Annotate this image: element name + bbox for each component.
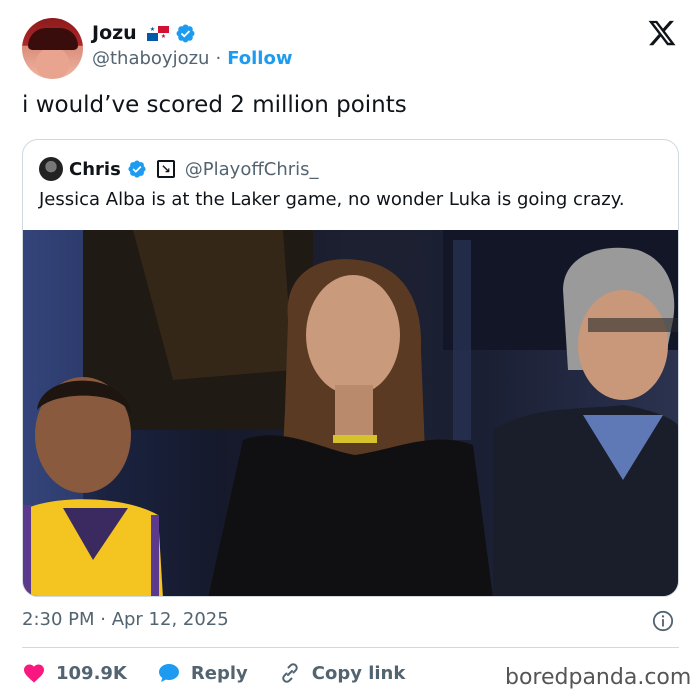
- reply-button[interactable]: Reply: [157, 661, 248, 685]
- divider: [22, 647, 679, 648]
- heart-icon: [24, 664, 44, 683]
- x-logo-icon[interactable]: [646, 18, 678, 48]
- avatar-cap-shape: [28, 28, 78, 50]
- tweet-timestamp[interactable]: 2:30 PM · Apr 12, 2025: [22, 609, 229, 630]
- author-handle[interactable]: @thaboyjozu: [92, 48, 209, 69]
- reply-bubble-icon: [158, 664, 179, 682]
- author-name-row: Jozu ★ ★: [92, 20, 196, 46]
- quoted-author-handle[interactable]: @PlayoffChris_: [185, 159, 319, 180]
- author-name[interactable]: Jozu: [92, 22, 137, 44]
- like-count: 109.9K: [56, 662, 127, 684]
- copy-link-label: Copy link: [311, 662, 406, 684]
- verified-badge-icon: [128, 160, 146, 178]
- follow-button[interactable]: Follow: [227, 48, 292, 69]
- verified-badge-icon: [176, 24, 195, 42]
- author-handle-row: @thaboyjozu · Follow: [92, 48, 292, 69]
- photo-courtside-crowd: [23, 230, 678, 596]
- info-icon[interactable]: [652, 610, 674, 632]
- watermark: boredpanda.com: [505, 665, 692, 690]
- action-bar: 109.9K Reply Copy link: [22, 658, 405, 688]
- copy-link-button[interactable]: Copy link: [278, 661, 406, 685]
- author-avatar[interactable]: [22, 18, 83, 79]
- tweet-text: i would’ve scored 2 million points: [22, 92, 407, 118]
- quoted-author-avatar[interactable]: [39, 157, 63, 181]
- quoted-tweet-header: Chris ↘ @PlayoffChris_: [39, 156, 319, 182]
- reply-label: Reply: [190, 662, 248, 684]
- quoted-tweet-photo[interactable]: [23, 230, 678, 596]
- like-button[interactable]: 109.9K: [22, 661, 127, 685]
- panama-flag-icon: ★ ★: [146, 25, 169, 41]
- quoted-tweet-text: Jessica Alba is at the Laker game, no wo…: [39, 189, 625, 210]
- affiliate-badge-icon: ↘: [156, 160, 175, 178]
- quoted-author-name[interactable]: Chris: [69, 159, 121, 180]
- link-icon: [282, 663, 298, 683]
- handle-separator: ·: [215, 48, 222, 69]
- quoted-tweet[interactable]: Chris ↘ @PlayoffChris_ Jessica Alba is a…: [22, 139, 679, 597]
